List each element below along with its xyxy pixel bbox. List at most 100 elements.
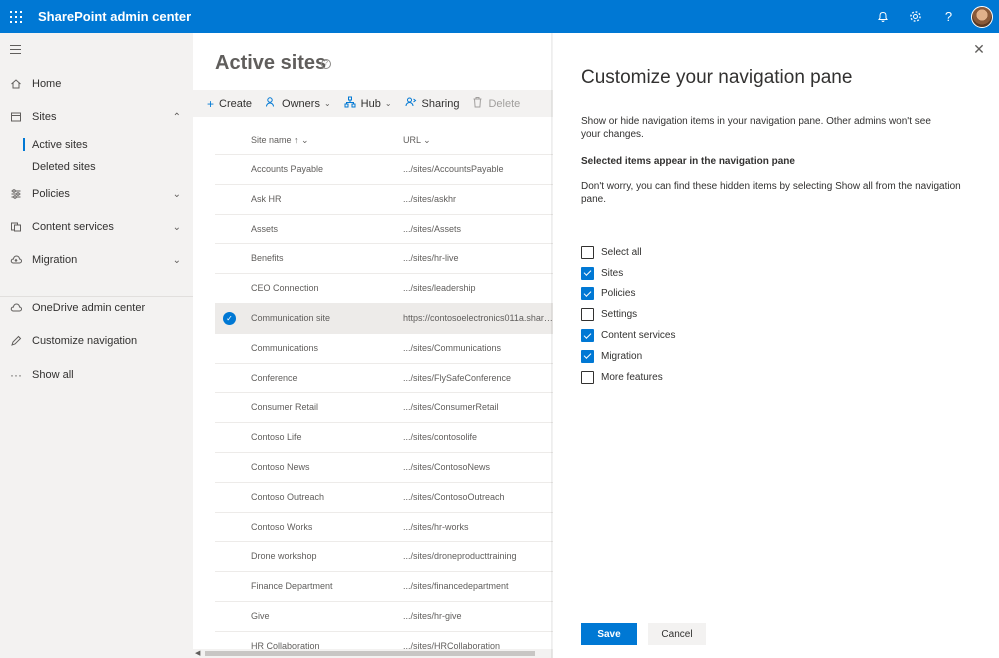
table-row[interactable]: Contoso Outreach .../sites/ContosoOutreac…: [215, 483, 553, 513]
nav-item-migration[interactable]: Migration ⌄: [0, 247, 193, 273]
nav-item-onedrive-admin-center[interactable]: OneDrive admin center: [0, 295, 193, 321]
close-icon[interactable]: ✕: [971, 41, 987, 57]
avatar[interactable]: [971, 5, 993, 28]
hamburger-icon[interactable]: [10, 45, 21, 57]
settings-button[interactable]: [899, 0, 932, 33]
nav-item-label: Content services: [32, 221, 114, 233]
scrollbar-thumb[interactable]: [205, 651, 535, 656]
chevron-up-icon: ⌃: [172, 111, 181, 123]
sharing-label: Sharing: [421, 97, 460, 110]
checkbox-label: More features: [601, 371, 663, 383]
sharing-button[interactable]: Sharing: [405, 96, 460, 111]
chevron-down-icon: ⌄: [323, 99, 331, 108]
left-navigation: Home Sites ⌃ Active sites Deleted sites …: [0, 33, 193, 658]
page-title: Active sites: [215, 52, 327, 74]
nav-option-policies[interactable]: Policies: [581, 284, 675, 305]
site-name-cell[interactable]: Contoso Outreach: [251, 492, 324, 502]
checkbox[interactable]: [581, 308, 594, 322]
column-header-site-name[interactable]: Site name ↑ ⌄: [251, 135, 309, 146]
cloud-icon: [0, 302, 32, 314]
checkbox[interactable]: [581, 287, 594, 301]
nav-option-select-all[interactable]: Select all: [581, 242, 675, 263]
site-name-cell[interactable]: Assets: [251, 224, 278, 234]
table-row[interactable]: Drone workshop .../sites/droneproducttrai…: [215, 542, 553, 573]
pencil-icon: [0, 335, 32, 347]
table-row[interactable]: Give .../sites/hr-give: [215, 602, 553, 632]
nav-item-show-all[interactable]: ··· Show all: [0, 362, 193, 388]
nav-item-sites[interactable]: Sites ⌃: [0, 104, 193, 130]
site-name-cell[interactable]: Contoso Life: [251, 432, 302, 442]
site-name-cell[interactable]: CEO Connection: [251, 283, 319, 293]
plus-icon: +: [207, 96, 215, 111]
nav-item-customize-navigation[interactable]: Customize navigation: [0, 328, 193, 354]
app-launcher-button[interactable]: [0, 0, 32, 33]
nav-item-policies[interactable]: Policies ⌄: [0, 181, 193, 207]
column-header-url[interactable]: URL ⌄: [403, 135, 431, 146]
site-name-cell[interactable]: Give: [251, 611, 270, 621]
cancel-button[interactable]: Cancel: [648, 623, 706, 645]
checkbox[interactable]: [581, 329, 594, 343]
delete-button[interactable]: Delete: [472, 96, 520, 111]
delete-label: Delete: [488, 97, 521, 110]
nav-options-list: Select all Sites Policies Settings Content s…: [581, 242, 675, 388]
table-row[interactable]: Contoso Life .../sites/contosolife: [215, 423, 553, 453]
site-name-cell[interactable]: Communication site: [251, 313, 330, 323]
table-row[interactable]: Benefits .../sites/hr-live: [215, 244, 553, 275]
site-name-cell[interactable]: Consumer Retail: [251, 402, 318, 412]
row-selected-check-icon[interactable]: ✓: [223, 311, 236, 325]
horizontal-scrollbar[interactable]: ◀: [193, 649, 553, 658]
site-name-cell[interactable]: Contoso News: [251, 462, 310, 472]
sites-table: Site name ↑ ⌄ URL ⌄ Accounts Payable .../…: [215, 125, 553, 651]
site-name-cell[interactable]: Drone workshop: [251, 551, 317, 561]
hub-button[interactable]: Hub ⌄: [344, 96, 392, 111]
table-row[interactable]: Assets .../sites/Assets: [215, 215, 553, 245]
checkbox[interactable]: [581, 370, 594, 384]
save-button[interactable]: Save: [581, 623, 637, 645]
checkbox[interactable]: [581, 245, 594, 259]
create-button[interactable]: + Create: [207, 97, 252, 111]
policies-icon: [0, 188, 32, 200]
site-name-cell[interactable]: Finance Department: [251, 581, 333, 591]
panel-description: Show or hide navigation items in your na…: [581, 116, 931, 140]
nav-sub-active-sites[interactable]: Active sites: [23, 138, 88, 151]
table-body: Accounts Payable .../sites/AccountsPayabl…: [215, 155, 553, 658]
checkbox-label: Migration: [601, 350, 643, 362]
nav-option-migration[interactable]: Migration: [581, 346, 675, 367]
nav-option-sites[interactable]: Sites: [581, 263, 675, 284]
table-row[interactable]: Conference .../sites/FlySafeConference: [215, 364, 553, 394]
table-row[interactable]: Ask HR .../sites/askhr: [215, 185, 553, 215]
nav-item-content-services[interactable]: Content services ⌄: [0, 214, 193, 240]
chevron-down-icon: ⌄: [384, 99, 392, 108]
site-name-cell[interactable]: Conference: [251, 373, 298, 383]
site-name-cell[interactable]: Ask HR: [251, 194, 282, 204]
owners-label: Owners: [282, 97, 320, 110]
nav-item-home[interactable]: Home: [0, 71, 193, 97]
table-row[interactable]: Contoso Works .../sites/hr-works: [215, 513, 553, 543]
nav-sub-deleted-sites[interactable]: Deleted sites: [32, 161, 96, 173]
checkbox[interactable]: [581, 349, 594, 363]
site-name-cell[interactable]: Benefits: [251, 253, 284, 263]
table-row[interactable]: Accounts Payable .../sites/AccountsPayabl…: [215, 155, 553, 185]
scroll-left-icon[interactable]: ◀: [195, 649, 200, 657]
site-url-cell: https://contosoelectronics011a.sharepoin…: [403, 312, 553, 323]
nav-option-more-features[interactable]: More features: [581, 367, 675, 388]
site-name-cell[interactable]: Communications: [251, 343, 318, 353]
table-row[interactable]: Communications .../sites/Communications: [215, 334, 553, 364]
info-icon[interactable]: ?: [321, 59, 331, 69]
owners-button[interactable]: Owners ⌄: [265, 96, 331, 111]
waffle-icon: [10, 10, 22, 23]
site-name-cell[interactable]: Contoso Works: [251, 522, 312, 532]
table-row[interactable]: Consumer Retail .../sites/ConsumerRetail: [215, 393, 553, 424]
table-row[interactable]: Contoso News .../sites/ContosoNews: [215, 453, 553, 483]
help-button[interactable]: ?: [932, 0, 965, 33]
checkbox[interactable]: [581, 266, 594, 280]
table-row[interactable]: CEO Connection .../sites/leadership: [215, 274, 553, 304]
app-title[interactable]: SharePoint admin center: [38, 9, 191, 24]
site-name-cell[interactable]: Accounts Payable: [251, 164, 323, 174]
nav-option-content-services[interactable]: Content services: [581, 325, 675, 346]
table-row[interactable]: ✓ Communication site https://contosoelectr…: [215, 303, 553, 334]
hub-icon: [344, 96, 356, 111]
nav-option-settings[interactable]: Settings: [581, 304, 675, 325]
table-row[interactable]: Finance Department .../sites/financedepar…: [215, 572, 553, 602]
notifications-button[interactable]: [866, 0, 899, 33]
